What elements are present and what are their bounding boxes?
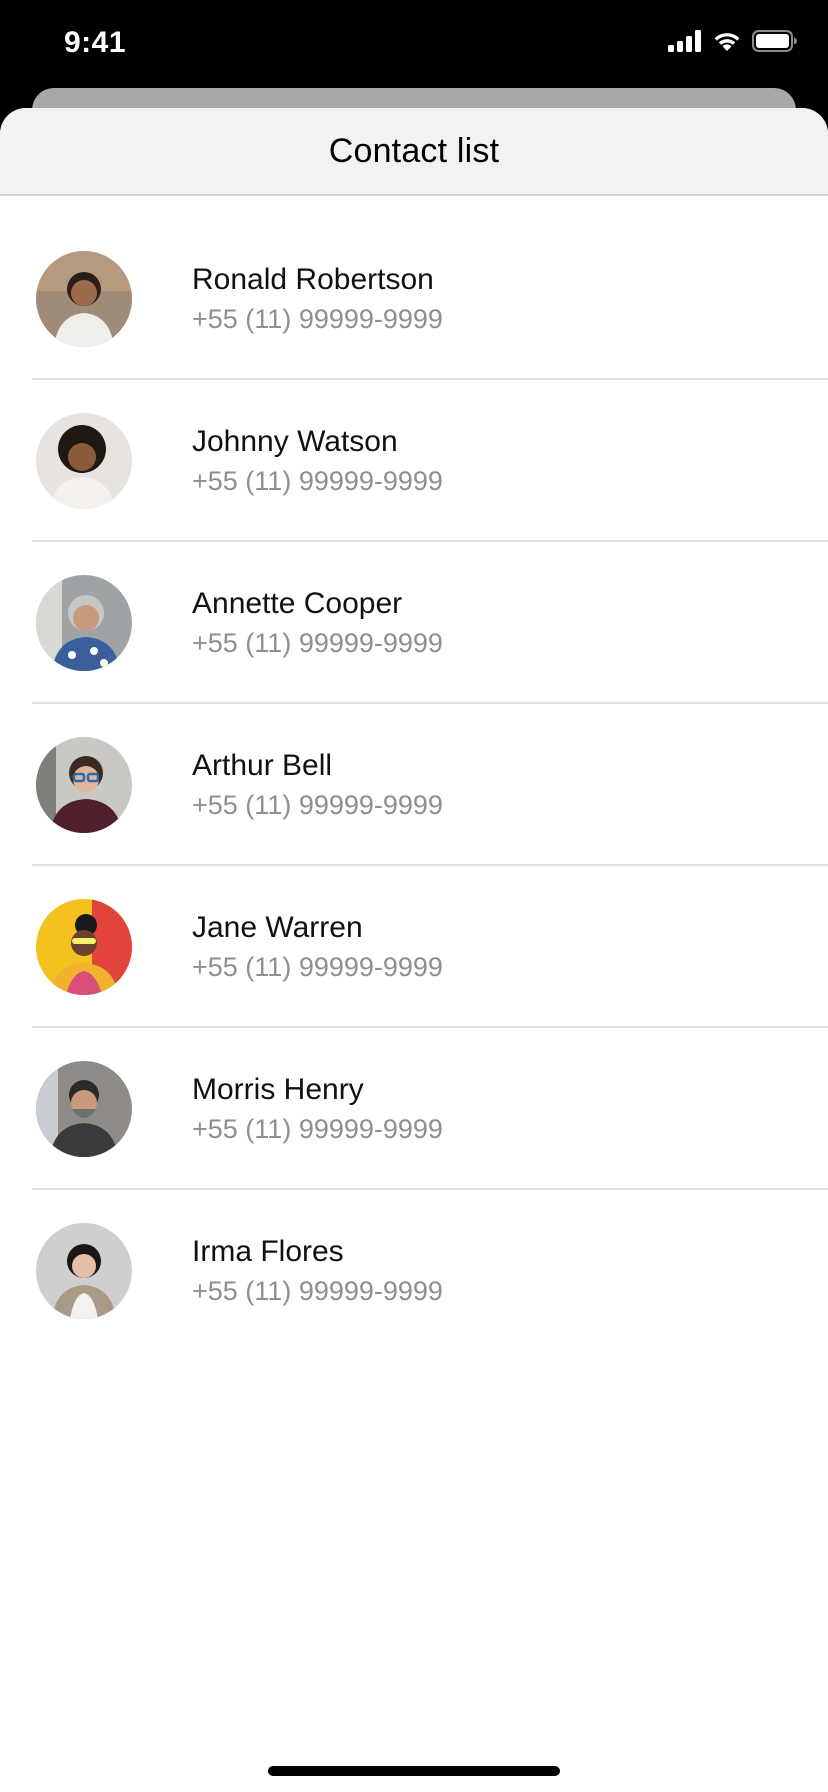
contact-text: Ronald Robertson +55 (11) 99999-9999	[192, 261, 443, 337]
contact-name: Irma Flores	[192, 1235, 344, 1268]
status-bar: 9:41	[0, 0, 828, 92]
contact-phone: +55 (11) 99999-9999	[192, 466, 443, 496]
avatar	[36, 737, 132, 833]
contact-text: Annette Cooper +55 (11) 99999-9999	[192, 585, 443, 661]
avatar	[36, 251, 132, 347]
list-item-contact[interactable]: Arthur Bell +55 (11) 99999-9999	[0, 704, 828, 866]
status-time: 9:41	[64, 26, 127, 59]
list-item-contact[interactable]: Jane Warren +55 (11) 99999-9999	[0, 866, 828, 1028]
list-item-contact[interactable]: Annette Cooper +55 (11) 99999-9999	[0, 542, 828, 704]
contact-text: Johnny Watson +55 (11) 99999-9999	[192, 423, 443, 499]
contact-text: Irma Flores +55 (11) 99999-9999	[192, 1233, 443, 1309]
contact-name: Annette Cooper	[192, 587, 403, 620]
contact-text: Morris Henry +55 (11) 99999-9999	[192, 1071, 443, 1147]
contact-text: Arthur Bell +55 (11) 99999-9999	[192, 747, 443, 823]
home-indicator[interactable]	[268, 1766, 560, 1776]
contact-text: Jane Warren +55 (11) 99999-9999	[192, 909, 443, 985]
contact-name: Morris Henry	[192, 1073, 364, 1106]
avatar	[36, 1223, 132, 1319]
contact-sheet: Contact list Ronald Robertson +55 (11) 9…	[0, 108, 828, 1792]
contact-phone: +55 (11) 99999-9999	[192, 304, 443, 334]
contact-phone: +55 (11) 99999-9999	[192, 952, 443, 982]
contact-phone: +55 (11) 99999-9999	[192, 790, 443, 820]
avatar	[36, 575, 132, 671]
avatar	[36, 1061, 132, 1157]
avatar	[36, 413, 132, 509]
list-item-contact[interactable]: Irma Flores +55 (11) 99999-9999	[0, 1190, 828, 1352]
avatar	[36, 899, 132, 995]
contact-name: Jane Warren	[192, 911, 363, 944]
list-item-contact[interactable]: Ronald Robertson +55 (11) 99999-9999	[0, 218, 828, 380]
wifi-icon	[712, 30, 742, 52]
device-screen: 9:41 Contact list Ronald Robertson +55 (…	[0, 0, 828, 1792]
page-title: Contact list	[328, 131, 500, 170]
list-item-contact[interactable]: Johnny Watson +55 (11) 99999-9999	[0, 380, 828, 542]
contact-name: Johnny Watson	[192, 425, 398, 458]
contact-phone: +55 (11) 99999-9999	[192, 1114, 443, 1144]
battery-icon	[752, 30, 798, 52]
contact-phone: +55 (11) 99999-9999	[192, 1276, 443, 1306]
contact-list: Ronald Robertson +55 (11) 99999-9999 Joh…	[0, 196, 828, 1352]
contact-name: Ronald Robertson	[192, 263, 434, 296]
status-icons	[668, 30, 798, 52]
contact-phone: +55 (11) 99999-9999	[192, 628, 443, 658]
contact-name: Arthur Bell	[192, 749, 333, 782]
sheet-header: Contact list	[0, 108, 828, 196]
cellular-signal-icon	[668, 30, 702, 52]
list-item-contact[interactable]: Morris Henry +55 (11) 99999-9999	[0, 1028, 828, 1190]
